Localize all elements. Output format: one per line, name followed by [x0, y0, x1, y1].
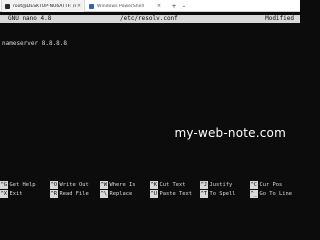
shortcut-label: Cut Text [159, 182, 186, 188]
tab-dropdown-button[interactable]: ⌄ [178, 0, 190, 12]
shortcut-label: Where Is [109, 182, 136, 188]
shortcut-read-file[interactable]: ^R Read File [50, 190, 89, 198]
tab-powershell[interactable]: Windows PowerShell × [86, 0, 164, 12]
shortcut-label: Go To Line [259, 191, 292, 197]
shortcut-label: Cur Pos [259, 182, 283, 188]
shortcut-key: ^U [150, 190, 158, 198]
shortcut-key: ^O [50, 181, 58, 189]
tab-ubuntu[interactable]: root@DESKTOP-NU6ATTF: /etc × [1, 0, 85, 12]
shortcut-to-spell[interactable]: ^T To Spell [200, 190, 235, 198]
close-icon[interactable]: × [76, 3, 82, 9]
shortcut-label: Exit [9, 191, 23, 197]
shortcut-key: ^_ [250, 190, 258, 198]
shortcut-label: Justify [209, 182, 233, 188]
nano-version: GNU nano 4.8 [8, 15, 52, 22]
shortcut-paste-text[interactable]: ^U Paste Text [150, 190, 192, 198]
shortcut-label: Paste Text [159, 191, 192, 197]
tab-label: root@DESKTOP-NU6ATTF: /etc [13, 3, 76, 9]
shortcut-key: ^J [200, 181, 208, 189]
shortcut-bar: ^G Get Help ^O Write Out ^W Where Is ^K … [0, 181, 300, 201]
linux-terminal-icon [5, 3, 10, 9]
shortcut-replace[interactable]: ^\ Replace [100, 190, 132, 198]
tab-label: Windows PowerShell [97, 3, 145, 9]
shortcut-label: Replace [109, 191, 133, 197]
shortcut-label: Write Out [59, 182, 89, 188]
shortcut-key: ^R [50, 190, 58, 198]
shortcut-exit[interactable]: ^X Exit [0, 190, 22, 198]
shortcut-write-out[interactable]: ^O Write Out [50, 181, 89, 189]
shortcut-key: ^G [0, 181, 8, 189]
close-icon[interactable]: × [156, 3, 162, 9]
shortcut-cut-text[interactable]: ^K Cut Text [150, 181, 185, 189]
shortcut-label: Read File [59, 191, 89, 197]
shortcut-key: ^K [150, 181, 158, 189]
shortcut-get-help[interactable]: ^G Get Help [0, 181, 35, 189]
shortcut-where-is[interactable]: ^W Where Is [100, 181, 135, 189]
powershell-icon [89, 3, 94, 9]
shortcut-key: ^W [100, 181, 108, 189]
shortcut-label: To Spell [209, 191, 236, 197]
shortcut-justify[interactable]: ^J Justify [200, 181, 232, 189]
shortcut-go-to-line[interactable]: ^_ Go To Line [250, 190, 292, 198]
modified-status: Modified [265, 15, 294, 22]
buffer-line[interactable]: nameserver 8.8.8.8 [2, 40, 67, 48]
file-name: /etc/resolv.conf [120, 15, 178, 22]
nano-header: GNU nano 4.8 /etc/resolv.conf Modified [0, 15, 300, 23]
shortcut-key: ^T [200, 190, 208, 198]
watermark: my-web-note.com [174, 126, 286, 140]
shortcut-key: ^X [0, 190, 8, 198]
editor-buffer[interactable]: nameserver 8.8.8.8 [2, 24, 67, 56]
shortcut-key: ^\ [100, 190, 108, 198]
shortcut-label: Get Help [9, 182, 36, 188]
shortcut-key: ^C [250, 181, 258, 189]
title-bar: root@DESKTOP-NU6ATTF: /etc × Windows Pow… [0, 0, 300, 12]
shortcut-cur-pos[interactable]: ^C Cur Pos [250, 181, 282, 189]
